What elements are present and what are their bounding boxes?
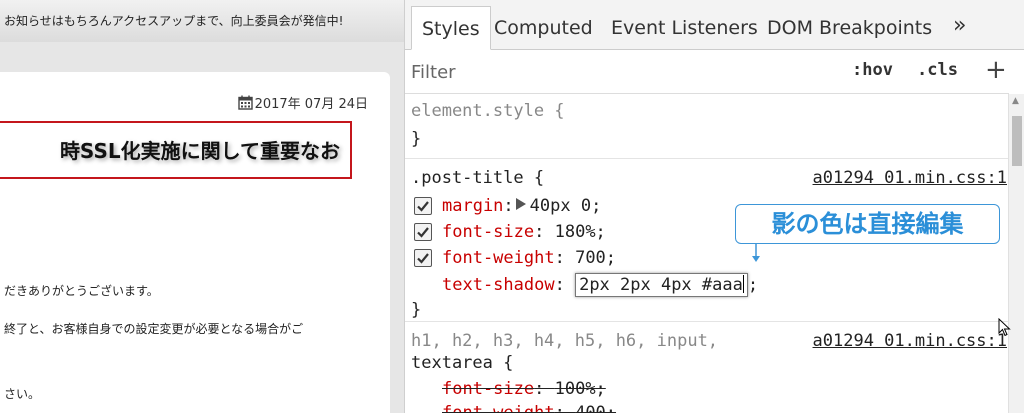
body-line: だきありがとうございます。 (4, 284, 159, 298)
rule-close-brace: } (411, 129, 422, 149)
property-checkbox[interactable] (414, 197, 432, 215)
property-name[interactable]: font-size (442, 222, 534, 242)
rule-element-style: element.style { } (405, 94, 1009, 158)
post-date-text: 2017年 07月 24日 (254, 97, 368, 112)
property-value[interactable]: 180%; (555, 222, 606, 242)
more-tabs-icon[interactable]: » (953, 6, 966, 50)
post-title-box: 時SSL化実施に関して重要なお (0, 121, 352, 179)
property-value-editor[interactable]: 2px 2px 4px #aaa (575, 273, 748, 297)
post-card: 2017年 07月 24日 時SSL化実施に関して重要なお (0, 72, 390, 413)
rule-close-brace: } (411, 300, 422, 320)
source-link[interactable]: a01294 01.min.css:1 (813, 330, 1007, 352)
callout-arrow-icon (752, 244, 760, 262)
expand-triangle-icon[interactable] (515, 198, 526, 210)
web-page-pane: お知らせはもちろんアクセスアップまで、向上委員会が発信中! 2017年 07月 … (0, 0, 404, 413)
property-value[interactable]: 40px 0; (530, 196, 602, 216)
tab-styles[interactable]: Styles (411, 6, 491, 50)
mouse-cursor-icon (998, 318, 1011, 337)
notice-bar: お知らせはもちろんアクセスアップまで、向上委員会が発信中! (0, 0, 404, 42)
rule-headings: h1, h2, h3, h4, h5, h6, input, a01294 01… (405, 321, 1009, 413)
rule-selector[interactable]: element.style { (411, 100, 565, 122)
post-title: 時SSL化実施に関して重要なお (59, 139, 340, 163)
property-checkbox[interactable] (414, 223, 432, 241)
body-line: さい。 (4, 387, 41, 401)
scroll-up-icon[interactable]: ▲ (1012, 96, 1019, 106)
hov-button[interactable]: :hov (852, 60, 893, 80)
filter-bar: :hov .cls + (405, 50, 1009, 94)
property-value[interactable]: 100%; (555, 379, 606, 399)
cls-button[interactable]: .cls (917, 60, 958, 80)
rule-selector-continued[interactable]: textarea { (411, 352, 513, 374)
annotation-callout: 影の色は直接編集 (735, 204, 1000, 244)
property-name[interactable]: font-weight (442, 248, 555, 268)
text-caret (742, 275, 744, 293)
property-checkbox[interactable] (414, 249, 432, 267)
calendar-icon (237, 95, 253, 110)
rule-selector[interactable]: h1, h2, h3, h4, h5, h6, input, (411, 330, 718, 352)
property-name[interactable]: margin (442, 196, 503, 216)
css-property-row-overridden: font-weight: 400; (442, 402, 616, 413)
styles-rules-list: element.style { } .post-title { a01294 0… (405, 94, 1009, 413)
filter-input[interactable] (411, 58, 791, 86)
property-name[interactable]: font-weight (442, 403, 555, 413)
css-property-row: margin: 40px 0; (442, 196, 602, 216)
devtools-tabbar: Styles Computed Event Listeners DOM Brea… (405, 0, 1024, 50)
css-property-row: text-shadow: 2px 2px 4px #aaa; (442, 273, 759, 297)
css-property-row: font-size: 180%; (442, 222, 606, 242)
property-value[interactable]: 400; (575, 403, 616, 413)
tab-dom-breakpoints[interactable]: DOM Breakpoints (767, 6, 932, 50)
styles-scrollbar[interactable]: ▲ (1008, 94, 1024, 413)
property-name[interactable]: text-shadow (442, 275, 555, 295)
property-value[interactable]: 700; (575, 248, 616, 268)
property-name[interactable]: font-size (442, 379, 534, 399)
tab-computed[interactable]: Computed (494, 6, 593, 50)
source-link[interactable]: a01294 01.min.css:1 (813, 167, 1007, 189)
css-property-row: font-weight: 700; (442, 248, 617, 268)
post-date: 2017年 07月 24日 (237, 93, 368, 112)
property-value[interactable]: 2px 2px 4px #aaa (579, 275, 743, 295)
css-property-row-overridden: font-size: 100%; (442, 379, 606, 399)
tab-event-listeners[interactable]: Event Listeners (611, 6, 758, 50)
rule-selector[interactable]: .post-title { (411, 167, 544, 189)
new-rule-plus-icon[interactable]: + (985, 56, 1007, 84)
body-line: 終了と、お客様自身での設定変更が必要となる場合がご (4, 322, 304, 336)
scrollbar-thumb[interactable] (1012, 116, 1022, 166)
